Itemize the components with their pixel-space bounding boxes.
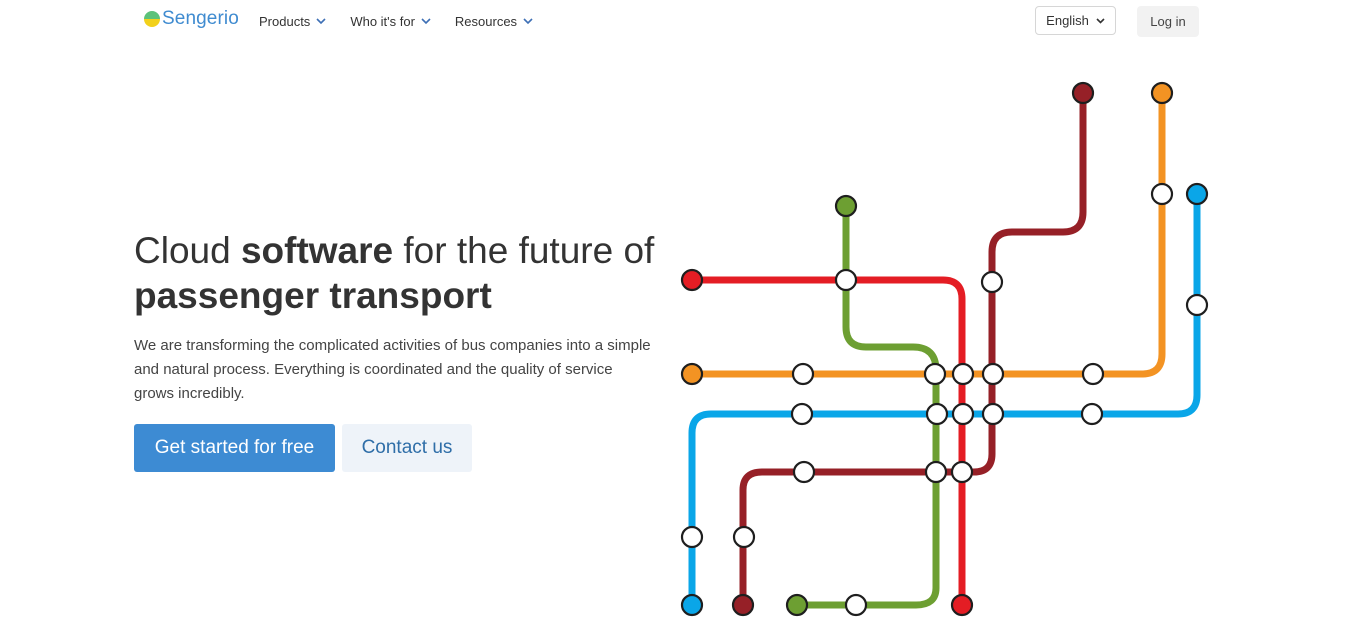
transit-line-red bbox=[688, 276, 966, 609]
station bbox=[981, 362, 1005, 386]
station bbox=[844, 593, 868, 617]
station bbox=[923, 362, 947, 386]
station bbox=[950, 460, 974, 484]
terminal-station-green bbox=[834, 194, 858, 218]
transit-line-green bbox=[793, 202, 940, 609]
station bbox=[732, 525, 756, 549]
station bbox=[680, 525, 704, 549]
station bbox=[1081, 362, 1105, 386]
terminal-station-red bbox=[680, 268, 704, 292]
terminal-station-green bbox=[785, 593, 809, 617]
station bbox=[925, 402, 949, 426]
station bbox=[790, 402, 814, 426]
station bbox=[1185, 293, 1209, 317]
terminal-station-orange bbox=[680, 362, 704, 386]
station bbox=[951, 402, 975, 426]
station bbox=[792, 460, 816, 484]
terminal-station-orange bbox=[1150, 81, 1174, 105]
station bbox=[981, 402, 1005, 426]
station bbox=[1080, 402, 1104, 426]
station bbox=[924, 460, 948, 484]
station bbox=[791, 362, 815, 386]
transit-map-illustration bbox=[680, 81, 1209, 617]
station bbox=[1150, 182, 1174, 206]
station bbox=[980, 270, 1004, 294]
station bbox=[951, 362, 975, 386]
terminal-station-blue bbox=[1185, 182, 1209, 206]
terminal-station-blue bbox=[680, 593, 704, 617]
terminal-station-darkred bbox=[731, 593, 755, 617]
transit-line-orange bbox=[688, 89, 1166, 378]
station bbox=[834, 268, 858, 292]
transit-line-blue bbox=[688, 190, 1201, 609]
terminal-station-red bbox=[950, 593, 974, 617]
terminal-station-darkred bbox=[1071, 81, 1095, 105]
